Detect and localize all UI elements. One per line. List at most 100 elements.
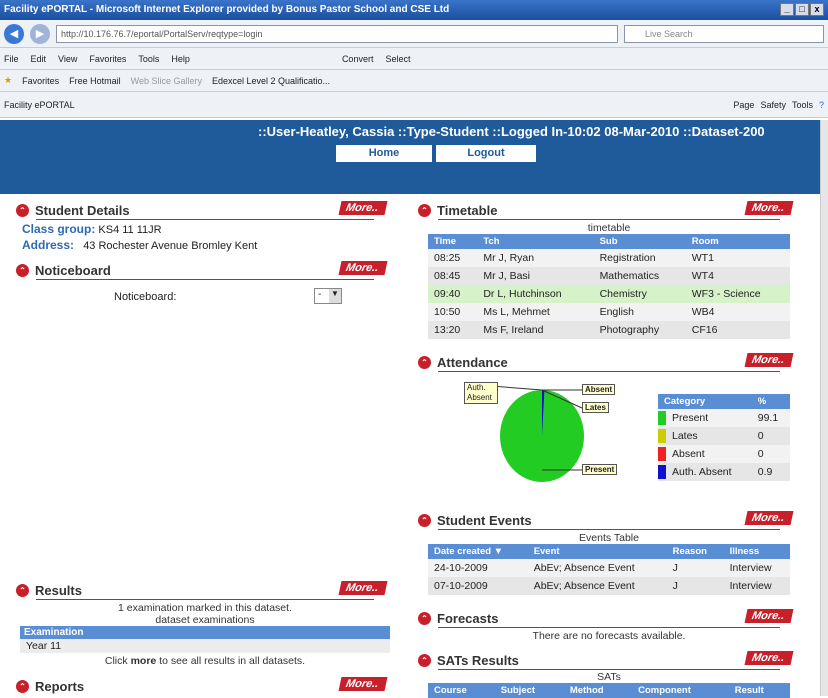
noticeboard-select[interactable]: - ▼ (314, 288, 342, 304)
cell: Mathematics (599, 270, 660, 282)
portal-header: ::User-Heatley, Cassia ::Type-Student ::… (0, 120, 828, 194)
col-sub[interactable]: Sub (593, 234, 686, 249)
noticeboard-label: Noticeboard: (114, 291, 177, 303)
table-row[interactable]: 10:50 Ms L, Mehmet English WB4 (428, 303, 790, 321)
noticeboard-panel: ⌃ Noticeboard More.. Noticeboard: - ▼ (16, 260, 394, 312)
close-icon[interactable]: x (810, 3, 824, 16)
more-button[interactable]: More.. (338, 581, 388, 595)
fav-link-edexcel[interactable]: Edexcel Level 2 Qualificatio... (212, 76, 330, 86)
swatch-absent (658, 447, 666, 461)
cell: 07-10-2009 (434, 580, 488, 592)
col-tch[interactable]: Tch (477, 234, 594, 249)
col-time[interactable]: Time (428, 234, 478, 249)
collapse-icon[interactable]: ⌃ (418, 513, 431, 527)
convert-button[interactable]: Convert (342, 54, 374, 64)
fav-link-hotmail[interactable]: Free Hotmail (69, 76, 121, 86)
student-events-panel: ⌃ Student Events More.. Events Table Date … (418, 510, 800, 595)
cell: Chemistry (599, 288, 647, 300)
cell: 08:45 (434, 270, 461, 282)
table-row[interactable]: 08:25 Mr J, Ryan Registration WT1 (428, 249, 790, 267)
attendance-table: Category% Present 99.1 Lates 0 Absent 0 Aut… (658, 394, 790, 481)
favorites-button[interactable]: Favorites (22, 76, 59, 86)
class-group-label: Class group: (22, 222, 96, 236)
collapse-icon[interactable]: ⌃ (16, 679, 29, 693)
more-button[interactable]: More.. (338, 201, 388, 215)
cell: 24-10-2009 (434, 562, 488, 574)
cell: Ms F, Ireland (483, 324, 544, 336)
tab-bar: Facility ePORTAL Page Safety Tools? (0, 92, 828, 118)
events-table: Date created ▼ Event Reason Illness 24-10-2… (428, 544, 790, 595)
results-more-link[interactable]: more (131, 655, 157, 667)
help-icon[interactable]: ? (819, 100, 824, 110)
search-input[interactable]: Live Search (624, 24, 824, 43)
cell: Dr L, Hutchinson (483, 288, 562, 300)
cell: Mr J, Ryan (483, 252, 535, 264)
cell: Photography (599, 324, 660, 336)
collapse-icon[interactable]: ⌃ (418, 203, 431, 217)
favorites-star-icon: ★ (4, 75, 13, 85)
select-button[interactable]: Select (385, 54, 410, 64)
col-percent: % (751, 394, 790, 409)
cell: 13:20 (434, 324, 461, 336)
menu-file[interactable]: File (4, 54, 19, 64)
panel-title: SATs Results (437, 652, 519, 668)
home-button[interactable]: Home (336, 145, 432, 162)
back-icon[interactable]: ◀ (4, 23, 24, 44)
collapse-icon[interactable]: ⌃ (16, 583, 29, 597)
table-row[interactable]: 09:40 Dr L, Hutchinson Chemistry WF3 - Scie… (428, 285, 790, 303)
menu-edit[interactable]: Edit (31, 54, 47, 64)
tab-facility-eportal[interactable]: Facility ePORTAL (4, 100, 75, 110)
more-button[interactable]: More.. (744, 201, 794, 215)
address-value: 43 Rochester Avenue Bromley Kent (83, 240, 258, 252)
collapse-icon[interactable]: ⌃ (16, 203, 29, 217)
table-row[interactable]: 07-10-2009 AbEv; Absence Event J Interview (428, 577, 790, 595)
cell: 08:25 (434, 252, 461, 264)
address-toolbar: ◀ ▶ http://10.176.76.7/eportal/PortalSer… (0, 20, 828, 48)
timetable-caption: timetable (587, 222, 631, 234)
class-group-value: KS4 11 11JR (98, 224, 162, 236)
select-value: - (318, 289, 322, 300)
swatch-present (658, 411, 666, 425)
menu-favorites[interactable]: Favorites (89, 54, 126, 64)
table-row[interactable]: 13:20 Ms F, Ireland Photography CF16 (428, 321, 790, 339)
more-button[interactable]: More.. (744, 353, 794, 367)
collapse-icon[interactable]: ⌃ (418, 611, 431, 625)
table-row[interactable]: 08:45 Mr J, Basi Mathematics WT4 (428, 267, 790, 285)
table-row[interactable]: 24-10-2009 AbEv; Absence Event J Interview (428, 559, 790, 577)
minimize-icon[interactable]: _ (780, 3, 794, 16)
more-button[interactable]: More.. (338, 677, 388, 691)
more-button[interactable]: More.. (744, 511, 794, 525)
header-label: Date created (434, 546, 492, 557)
more-button[interactable]: More.. (744, 651, 794, 665)
maximize-icon[interactable]: □ (795, 3, 809, 16)
page-scrollbar[interactable] (820, 120, 828, 696)
category-name: Lates (672, 429, 698, 442)
page-menu[interactable]: Page (733, 100, 754, 110)
logout-button[interactable]: Logout (436, 145, 536, 162)
tools-menu[interactable]: Tools (792, 100, 813, 110)
safety-menu[interactable]: Safety (760, 100, 786, 110)
timetable-panel: ⌃ Timetable More.. timetable Time Tch Sub Roo… (418, 200, 800, 339)
menu-tools[interactable]: Tools (138, 54, 159, 64)
menu-view[interactable]: View (58, 54, 77, 64)
menu-help[interactable]: Help (171, 54, 190, 64)
cell: WF3 - Science (691, 288, 761, 300)
swatch-auth-absent (658, 465, 666, 479)
collapse-icon[interactable]: ⌃ (418, 355, 431, 369)
col-event[interactable]: Event (527, 544, 667, 559)
col-room[interactable]: Room (685, 234, 790, 249)
more-button[interactable]: More.. (744, 609, 794, 623)
fav-link-webslice[interactable]: Web Slice Gallery (131, 76, 202, 86)
address-bar[interactable]: http://10.176.76.7/eportal/PortalServ/re… (56, 24, 618, 43)
swatch-lates (658, 429, 666, 443)
results-foot-post: to see all results in all datasets. (159, 655, 306, 667)
col-date-created[interactable]: Date created ▼ (428, 544, 528, 559)
collapse-icon[interactable]: ⌃ (418, 653, 431, 667)
collapse-icon[interactable]: ⌃ (16, 263, 29, 277)
col-reason[interactable]: Reason (666, 544, 724, 559)
col-illness[interactable]: Illness (723, 544, 790, 559)
more-button[interactable]: More.. (338, 261, 388, 275)
examination-row[interactable]: Year 11 (20, 639, 390, 653)
forecasts-panel: ⌃ Forecasts More.. There are no forecasts … (418, 608, 800, 642)
forward-icon[interactable]: ▶ (30, 23, 50, 44)
